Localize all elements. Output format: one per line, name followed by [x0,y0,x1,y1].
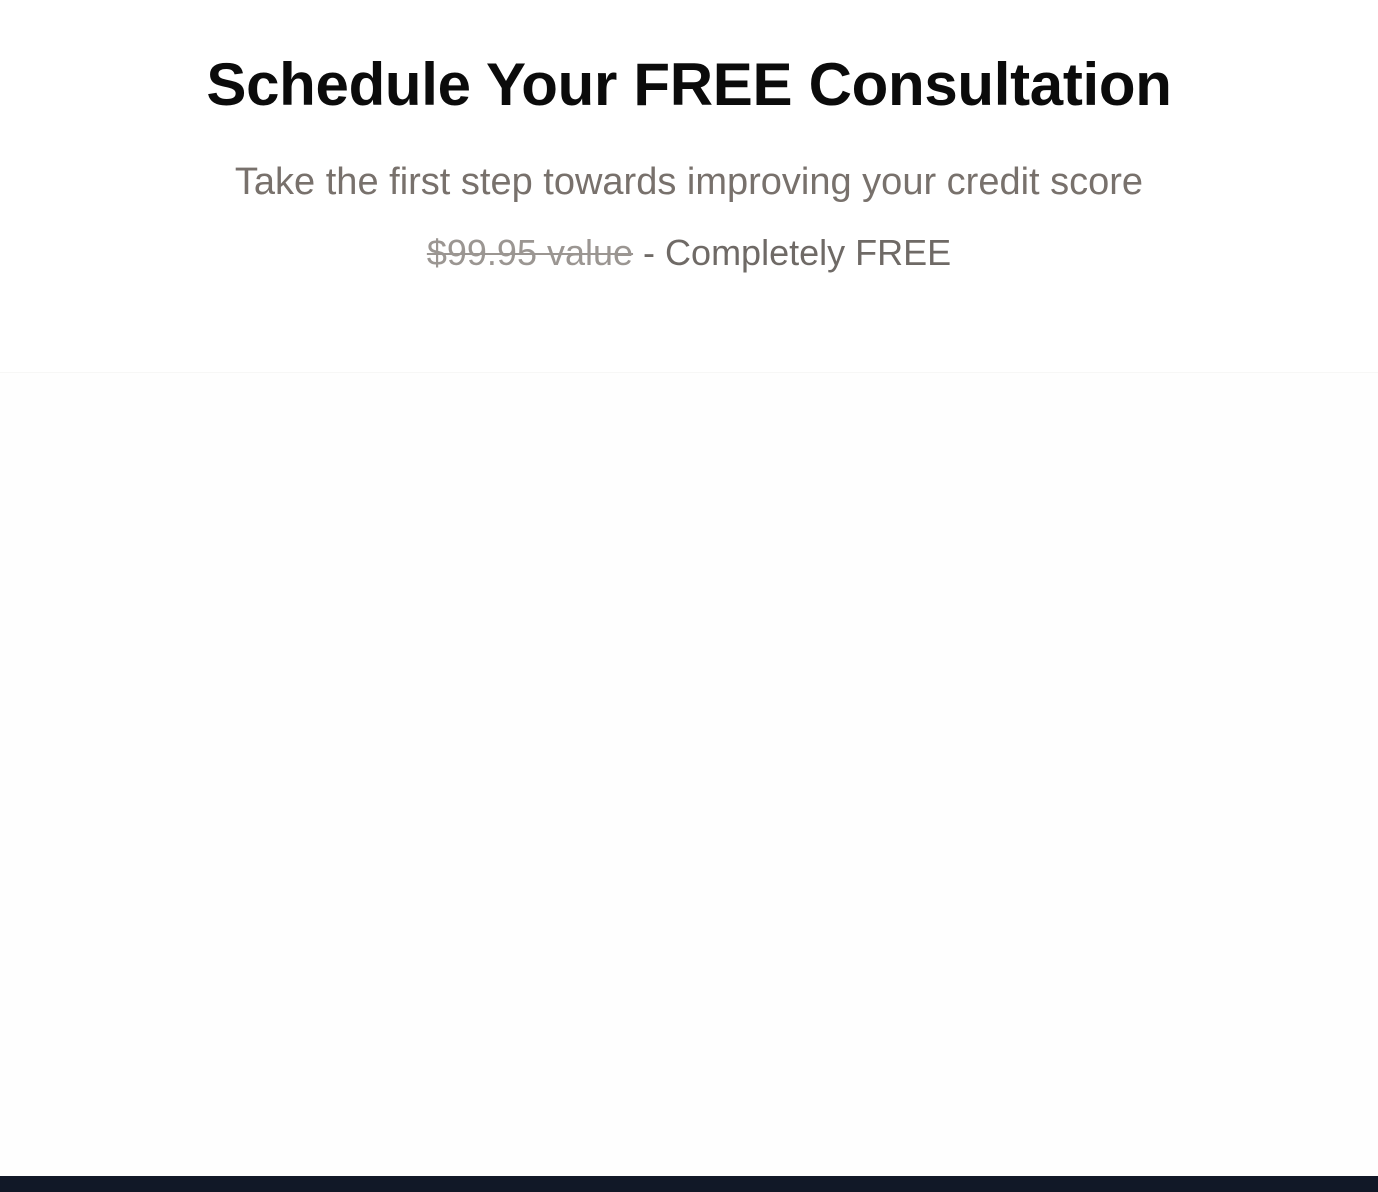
original-price: $99.95 value [426,232,634,273]
scheduling-widget-area [0,372,1378,1177]
page: Schedule Your FREE Consultation Take the… [0,0,1378,1192]
page-subtitle: Take the first step towards improving yo… [234,161,1144,203]
footer-bar [0,1176,1378,1192]
price-separator: - [633,232,666,273]
consultation-hero: Schedule Your FREE Consultation Take the… [0,0,1378,372]
price-line: $99.95 value - Completely FREE [0,228,1378,278]
free-price: Completely FREE [665,232,952,273]
page-title: Schedule Your FREE Consultation [206,51,1172,118]
